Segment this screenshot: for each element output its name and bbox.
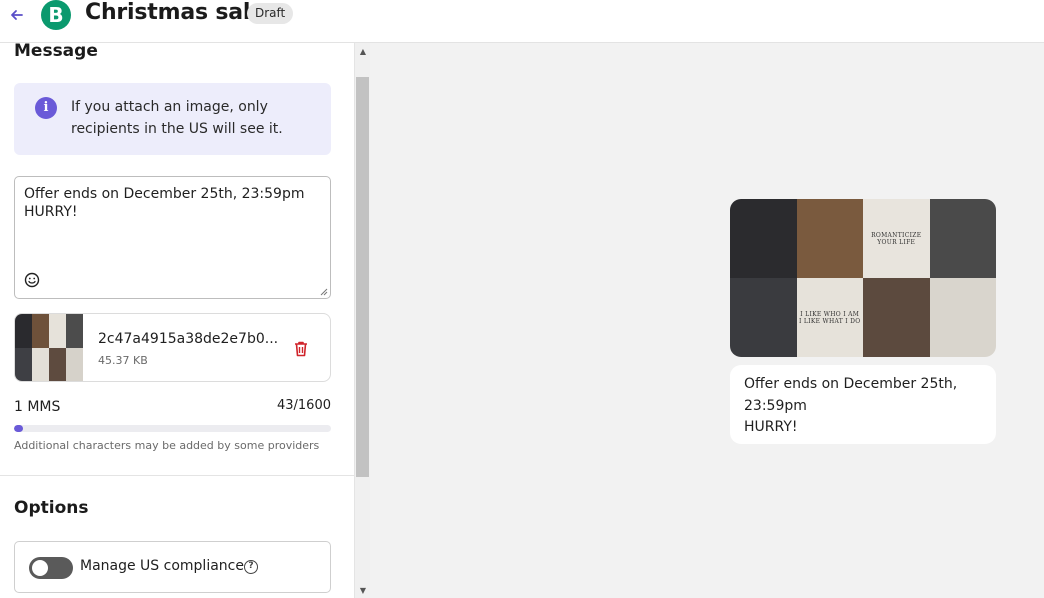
scroll-up-arrow[interactable]: ▲ — [358, 47, 368, 57]
page-title: Christmas sale — [85, 0, 265, 25]
mms-count: 1 MMS — [14, 399, 61, 415]
compliance-option-card: Manage US compliance ? — [14, 541, 331, 593]
message-bubble-text: Offer ends on December 25th, 23:59pm HUR… — [744, 376, 958, 435]
attachment-thumbnail — [15, 314, 83, 381]
message-textarea[interactable]: Offer ends on December 25th, 23:59pm HUR… — [14, 176, 331, 299]
toggle-knob — [32, 560, 48, 576]
message-section-title: Message — [14, 43, 98, 61]
image-tile — [929, 199, 996, 278]
info-banner-text: If you attach an image, only recipients … — [71, 99, 283, 137]
image-tile-caption: ROMANTICIZE YOUR LIFE — [871, 231, 922, 246]
image-tile-caption: I LIKE WHO I AM I LIKE WHAT I DO — [798, 310, 861, 325]
image-tile: ROMANTICIZE YOUR LIFE — [863, 199, 930, 278]
image-tile: I LIKE WHO I AM I LIKE WHAT I DO — [796, 278, 863, 357]
character-progress-fill — [14, 425, 23, 432]
page-header: B Christmas sale Draft — [0, 0, 1044, 43]
character-progress-bar — [14, 425, 331, 432]
compliance-toggle[interactable] — [29, 557, 73, 579]
message-preview: ROMANTICIZE YOUR LIFE I LIKE WHO I AM I L… — [370, 43, 1044, 598]
section-divider — [0, 475, 354, 476]
message-body[interactable]: Offer ends on December 25th, 23:59pm HUR… — [24, 185, 305, 221]
info-icon: i — [35, 97, 57, 119]
panel-scrollbar[interactable]: ▲ ▼ — [354, 43, 370, 598]
status-badge: Draft — [247, 3, 294, 24]
image-tile — [863, 278, 930, 357]
resize-handle[interactable] — [320, 288, 328, 296]
attachment-file-size: 45.37 KB — [98, 354, 148, 367]
options-section-title: Options — [14, 498, 89, 518]
image-tile — [730, 199, 797, 278]
back-button[interactable] — [8, 6, 26, 24]
brand-logo: B — [41, 0, 71, 30]
character-count: 43/1600 — [276, 398, 331, 413]
scroll-thumb[interactable] — [356, 77, 369, 477]
attachment-card: 2c47a4915a38de2e7b0... 45.37 KB — [14, 313, 331, 382]
question-circle-icon[interactable]: ? — [244, 560, 258, 574]
info-banner: i If you attach an image, only recipient… — [14, 83, 331, 155]
trash-icon[interactable] — [293, 340, 309, 358]
scroll-down-arrow[interactable]: ▼ — [358, 586, 368, 596]
image-tile — [796, 199, 863, 278]
attachment-file-name: 2c47a4915a38de2e7b0... — [98, 331, 279, 347]
message-bubble: Offer ends on December 25th, 23:59pm HUR… — [730, 365, 996, 444]
compliance-label: Manage US compliance — [80, 558, 244, 574]
provider-hint: Additional characters may be added by so… — [14, 439, 320, 452]
editor-panel: Message i If you attach an image, only r… — [0, 43, 354, 598]
image-tile — [929, 278, 996, 357]
emoji-icon[interactable] — [24, 272, 40, 288]
arrow-left-icon — [11, 10, 23, 20]
mms-image-preview: ROMANTICIZE YOUR LIFE I LIKE WHO I AM I L… — [730, 199, 996, 357]
image-tile — [730, 278, 797, 357]
